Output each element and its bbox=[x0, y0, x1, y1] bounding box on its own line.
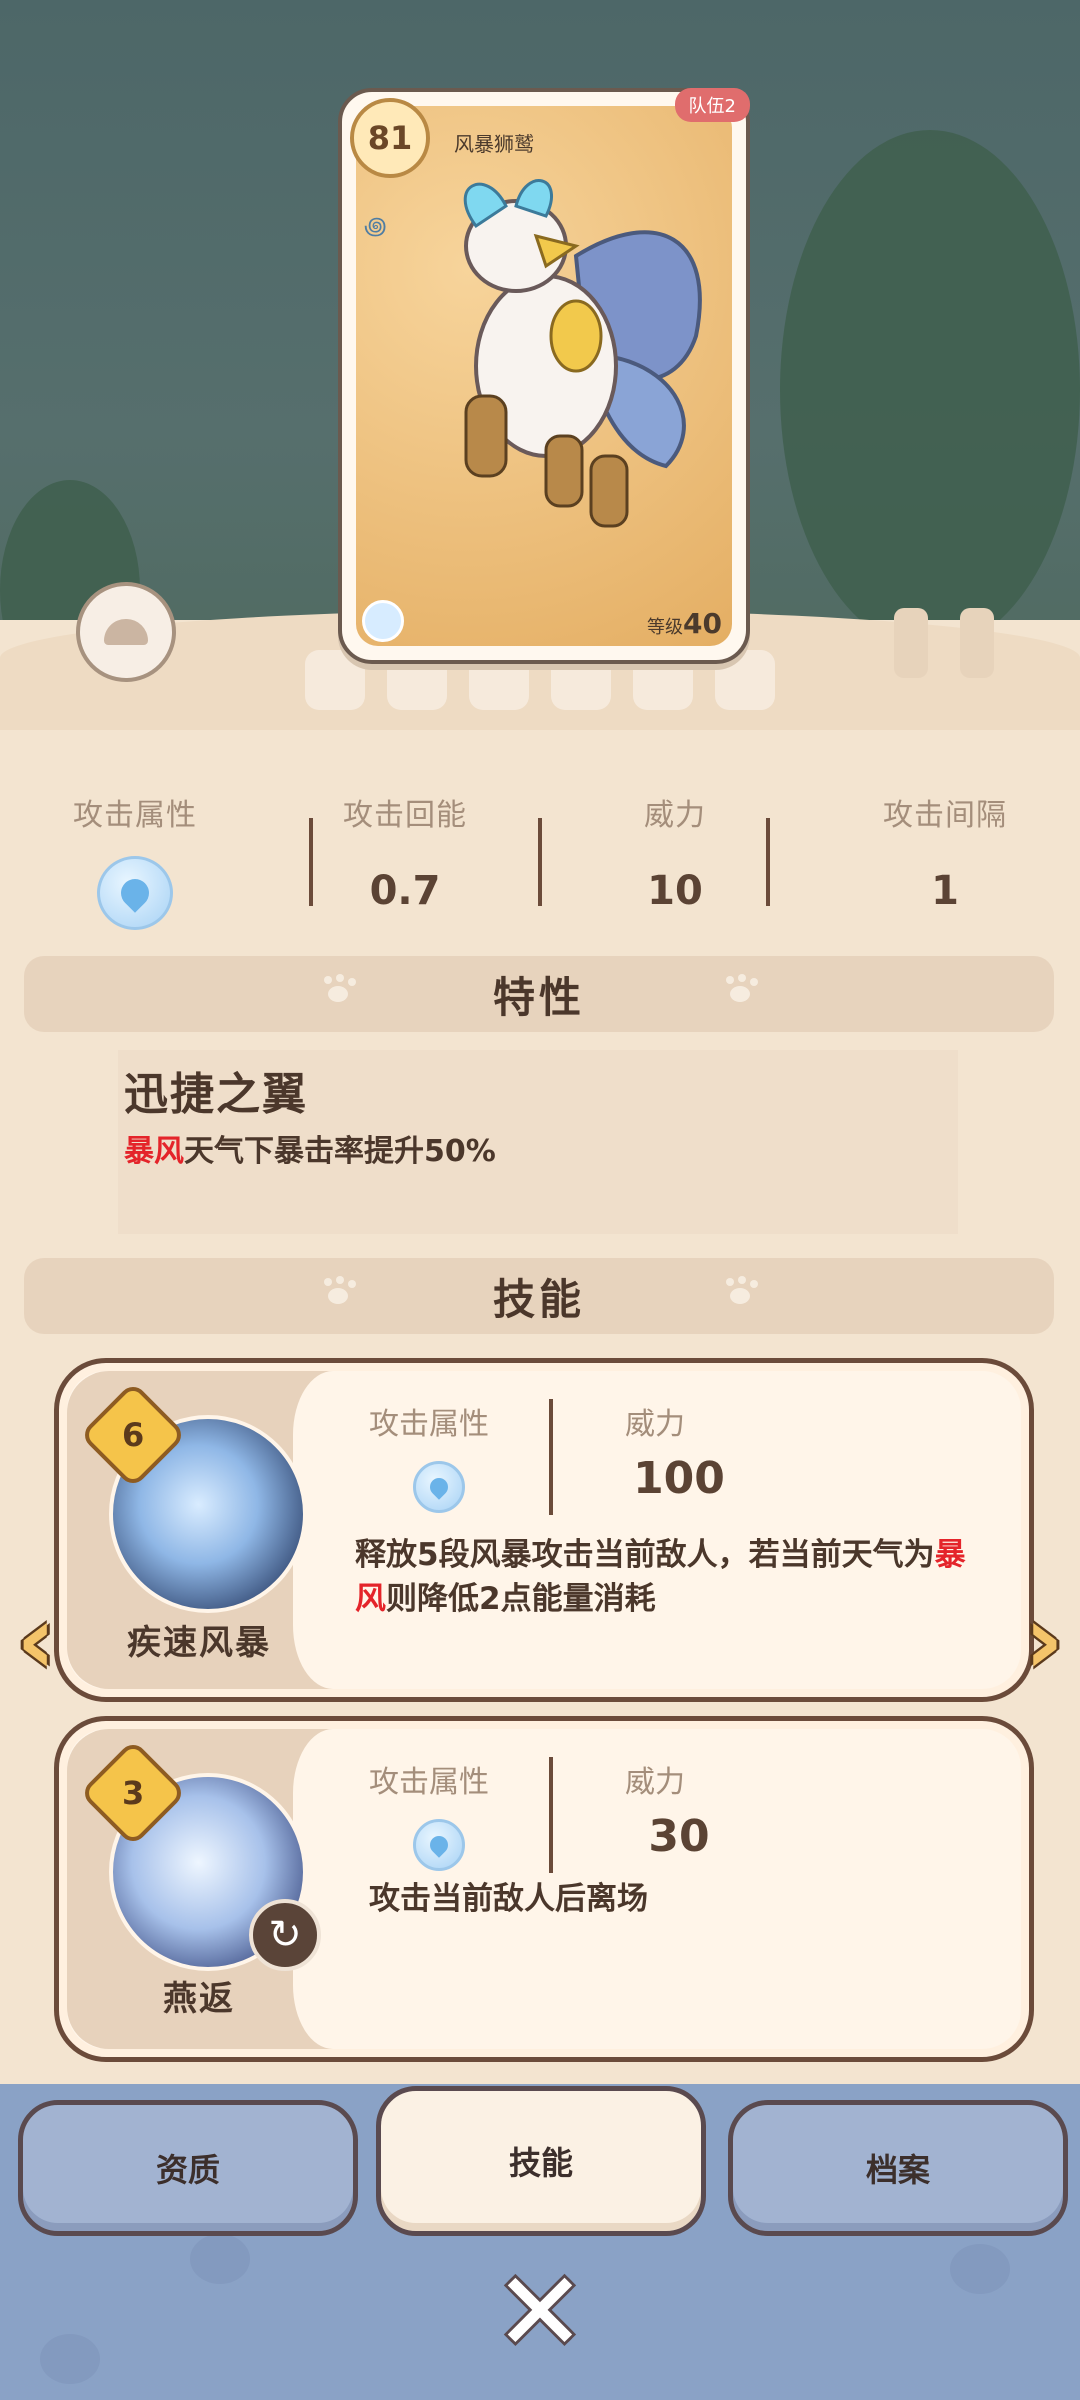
card-level: 等级40 bbox=[647, 607, 722, 640]
skill-divider bbox=[549, 1399, 553, 1515]
paw-decoration bbox=[190, 2234, 250, 2284]
wind-feather-icon bbox=[413, 1461, 465, 1513]
skill-power: 30 bbox=[648, 1811, 710, 1862]
card-artwork bbox=[356, 106, 732, 646]
tree-decoration bbox=[780, 130, 1080, 650]
stat-divider bbox=[766, 818, 770, 906]
trait-description: 暴风天气下暴击率提升50% bbox=[124, 1134, 496, 1169]
hat-icon bbox=[104, 619, 148, 645]
tab-skills[interactable]: 技能 bbox=[376, 2086, 706, 2236]
team-badge: 队伍2 bbox=[674, 88, 750, 122]
card-monster-name: 风暴狮鹫 bbox=[454, 132, 534, 156]
tab-aptitude[interactable]: 资质 bbox=[18, 2100, 358, 2236]
wind-element-icon bbox=[362, 600, 404, 642]
tab-archive[interactable]: 档案 bbox=[728, 2100, 1068, 2236]
skill-name: 疾速风暴 bbox=[127, 1623, 271, 1663]
wind-feather-icon bbox=[97, 856, 173, 930]
close-button[interactable]: ✕ bbox=[490, 2257, 590, 2367]
skill-attr-label: 攻击属性 bbox=[369, 1765, 489, 1800]
paw-icon bbox=[720, 1276, 760, 1316]
trait-name: 迅捷之翼 bbox=[124, 1069, 308, 1120]
wind-feather-icon bbox=[413, 1819, 465, 1871]
skill-card[interactable]: ↻ 3 燕返 攻击属性 威力 30 攻击当前敌人后离场 bbox=[54, 1716, 1034, 2062]
skill-description: 攻击当前敌人后离场 bbox=[369, 1881, 648, 1917]
stat-attack-interval: 攻击间隔 1 bbox=[883, 798, 1007, 914]
refresh-icon: ↻ bbox=[249, 1899, 321, 1971]
swirl-icon: ꩜ bbox=[364, 212, 387, 240]
griffin-illustration bbox=[463, 179, 702, 528]
previous-arrow-button[interactable]: ‹ bbox=[0, 1584, 72, 1696]
skill-section-header: 技能 bbox=[24, 1258, 1054, 1334]
skill-attr-label: 攻击属性 bbox=[369, 1407, 489, 1442]
stat-divider bbox=[538, 818, 542, 906]
skill-description: 释放5段风暴攻击当前敌人，若当前天气为暴风则降低2点能量消耗 bbox=[355, 1537, 966, 1617]
paw-decoration bbox=[40, 2334, 100, 2384]
skill-power-label: 威力 bbox=[625, 1407, 685, 1442]
card-level-badge: 81 bbox=[350, 98, 430, 178]
paw-icon bbox=[318, 974, 358, 1014]
stat-divider bbox=[309, 818, 313, 906]
paw-icon bbox=[318, 1276, 358, 1316]
skill-divider bbox=[549, 1757, 553, 1873]
skill-name: 燕返 bbox=[163, 1979, 235, 2019]
hat-avatar-button[interactable] bbox=[76, 582, 176, 682]
monster-card[interactable]: 81 风暴狮鹫 队伍2 ꩜ 等级40 bbox=[338, 88, 750, 664]
paw-icon bbox=[720, 974, 760, 1014]
stat-attack-attribute: 攻击属性 bbox=[0, 790, 270, 930]
fence-post bbox=[960, 608, 994, 678]
skill-power: 100 bbox=[633, 1453, 725, 1504]
paw-decoration bbox=[950, 2244, 1010, 2294]
skill-card[interactable]: 6 疾速风暴 攻击属性 威力 100 释放5段风暴攻击当前敌人，若当前天气为暴风… bbox=[54, 1358, 1034, 1702]
next-arrow-button[interactable]: › bbox=[1008, 1584, 1080, 1696]
trait-section-header: 特性 bbox=[24, 956, 1054, 1032]
skill-power-label: 威力 bbox=[625, 1765, 685, 1800]
fence-post bbox=[894, 608, 928, 678]
